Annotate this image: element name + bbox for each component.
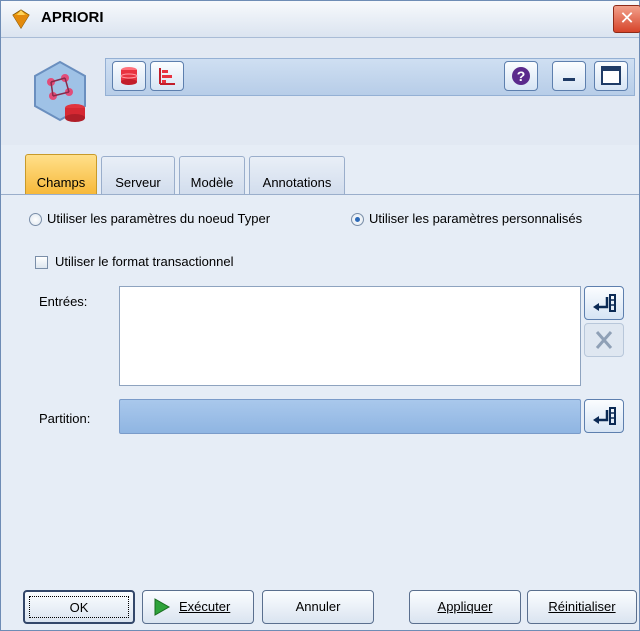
radio-custom-settings[interactable] — [351, 213, 364, 226]
tab-label: Serveur — [115, 175, 161, 190]
radio-custom-label: Utiliser les paramètres personnalisés — [369, 211, 583, 226]
partition-field[interactable] — [119, 399, 581, 434]
execute-button[interactable]: Exécuter — [142, 590, 254, 624]
apply-label: Appliquer — [437, 599, 493, 614]
dialog-window: APRIORI ✕ ? Champs Serveur Modèle Annota… — [0, 0, 640, 631]
close-button[interactable]: ✕ — [613, 5, 640, 33]
transactional-format-checkbox[interactable] — [35, 256, 48, 269]
reset-button[interactable]: Réinitialiser — [527, 590, 637, 624]
preview-data-button[interactable] — [112, 61, 146, 91]
close-icon: ✕ — [619, 8, 635, 28]
tab-divider — [1, 194, 639, 195]
generate-graph-button[interactable] — [150, 61, 184, 91]
ok-button[interactable]: OK — [23, 590, 135, 624]
window-title: APRIORI — [41, 9, 104, 26]
reset-label: Réinitialiser — [548, 599, 616, 614]
cancel-label: Annuler — [295, 599, 341, 614]
minimize-icon — [563, 78, 575, 81]
inputs-label: Entrées: — [39, 294, 88, 309]
help-icon: ? — [512, 67, 530, 85]
tab-champs[interactable]: Champs — [25, 154, 97, 194]
apriori-node-icon — [34, 60, 86, 122]
transactional-format-label: Utiliser le format transactionnel — [55, 254, 234, 269]
apply-button[interactable]: Appliquer — [409, 590, 521, 624]
title-bar[interactable]: APRIORI ✕ — [1, 1, 640, 38]
radio-type-node-settings[interactable] — [29, 213, 42, 226]
pick-partition-button[interactable] — [584, 399, 624, 433]
tab-annotations[interactable]: Annotations — [249, 156, 345, 194]
remove-input-button[interactable] — [584, 323, 624, 357]
pick-inputs-button[interactable] — [584, 286, 624, 320]
tab-label: Modèle — [190, 175, 234, 190]
tab-modele[interactable]: Modèle — [179, 156, 245, 194]
dialog-header: ? — [1, 38, 639, 145]
help-button[interactable]: ? — [504, 61, 538, 91]
svg-text:?: ? — [517, 68, 526, 84]
database-icon — [120, 67, 138, 85]
tab-label: Champs — [36, 175, 86, 190]
focus-ring — [29, 596, 129, 618]
delete-x-icon — [595, 331, 613, 349]
field-picker-icon — [593, 407, 616, 425]
maximize-icon — [601, 66, 621, 85]
field-picker-icon — [593, 294, 616, 312]
maximize-button[interactable] — [594, 61, 628, 91]
cancel-button[interactable]: Annuler — [262, 590, 374, 624]
header-toolbar: ? — [105, 58, 635, 96]
chart-icon — [159, 68, 175, 85]
play-icon — [154, 598, 171, 616]
apriori-diamond-icon — [12, 9, 30, 29]
tab-serveur[interactable]: Serveur — [101, 156, 175, 194]
execute-label: Exécuter — [179, 599, 231, 614]
inputs-field-list[interactable] — [119, 286, 581, 386]
tab-label: Annotations — [262, 175, 332, 190]
minimize-button[interactable] — [552, 61, 586, 91]
radio-type-node-label: Utiliser les paramètres du noeud Typer — [47, 211, 271, 226]
partition-label: Partition: — [39, 411, 91, 426]
